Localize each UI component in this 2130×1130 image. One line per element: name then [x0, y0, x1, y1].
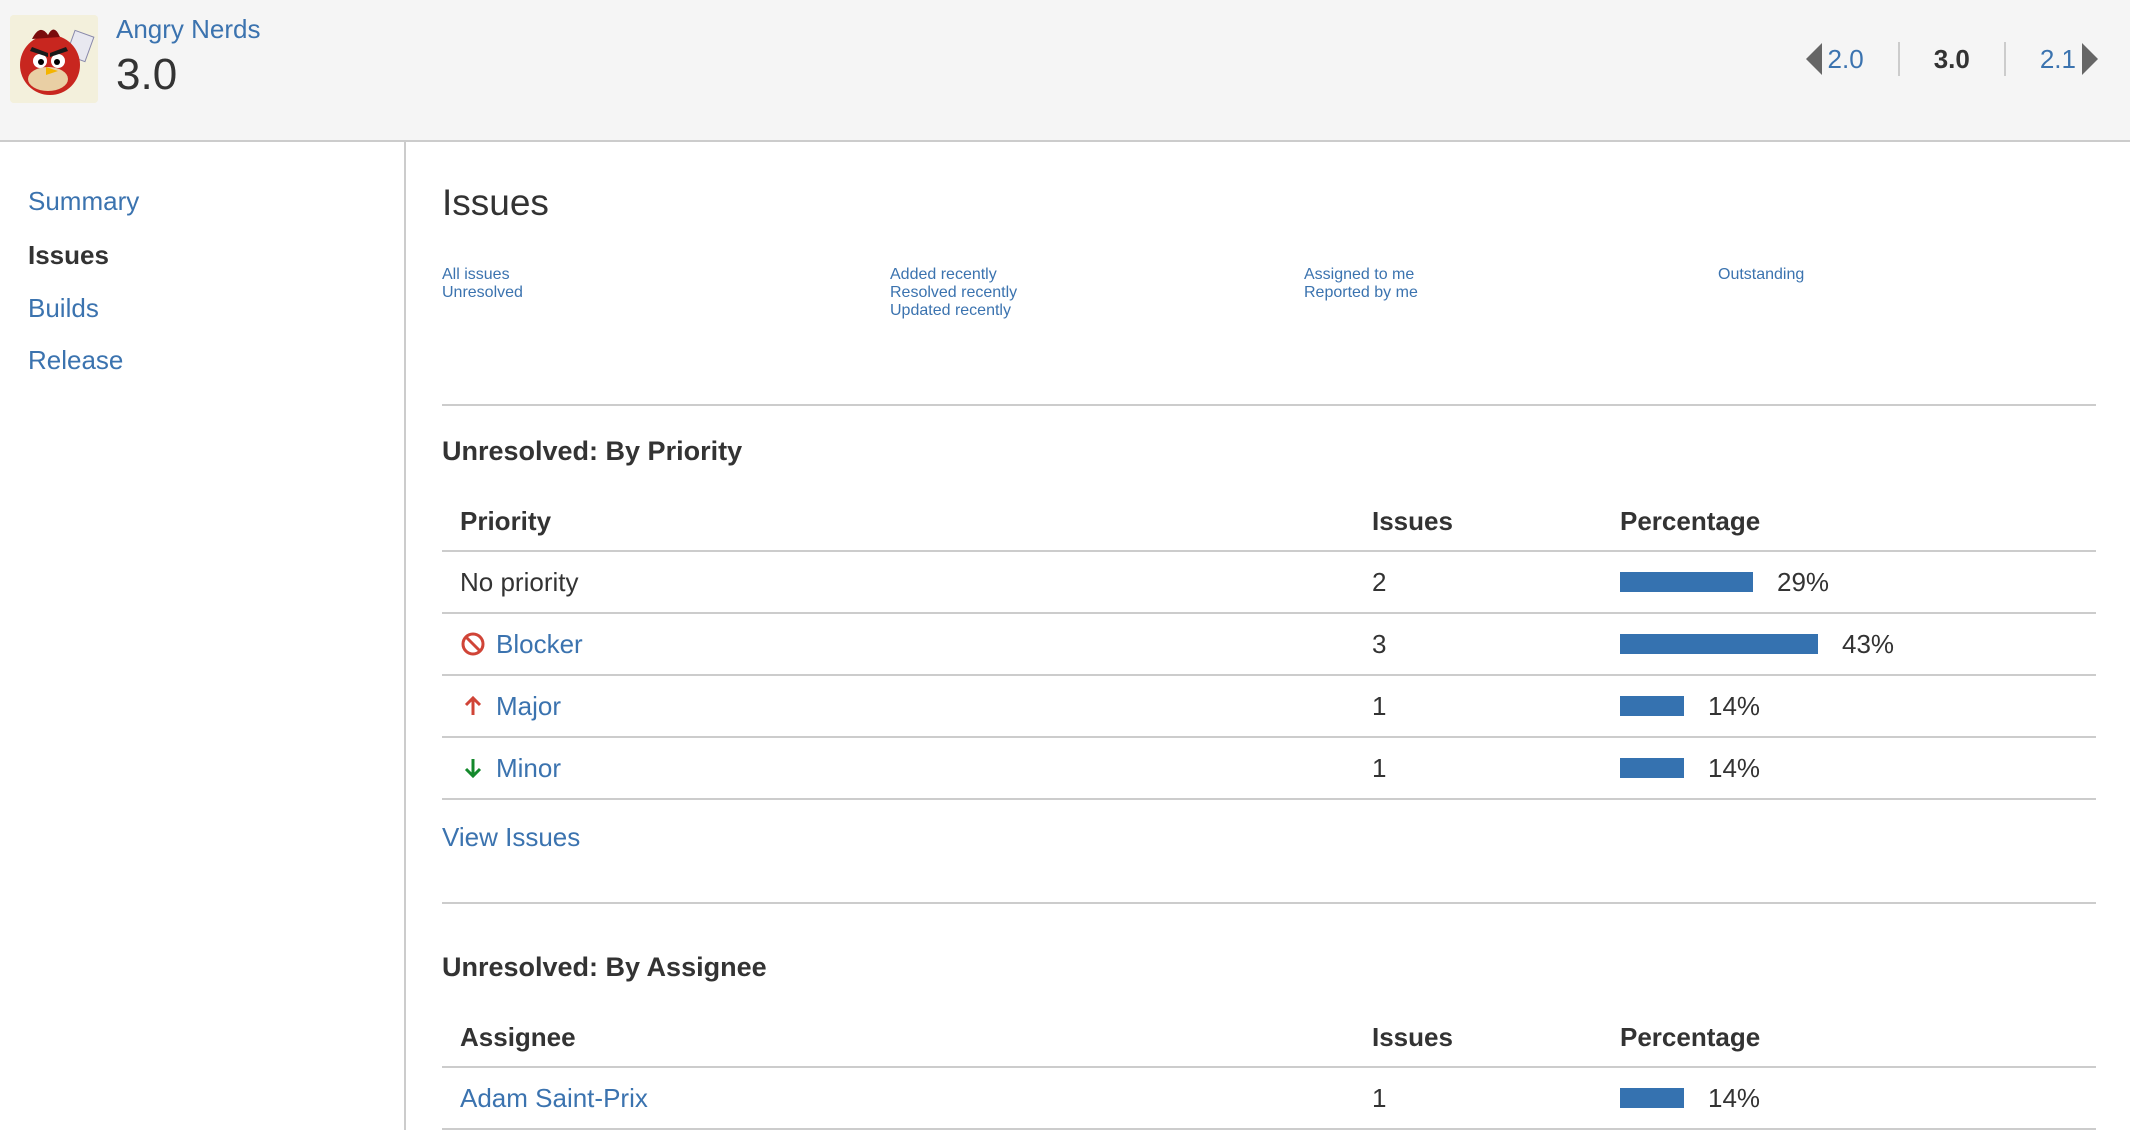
- divider: [442, 404, 2096, 406]
- section-title-by-priority: Unresolved: By Priority: [442, 436, 743, 466]
- column-header-issues: Issues: [1354, 492, 1602, 552]
- filter-reported-by-me-link[interactable]: Reported by me: [1304, 284, 1418, 302]
- filter-column: Assigned to me Reported by me: [1304, 266, 1418, 302]
- percentage-bar: [1620, 634, 1818, 654]
- header: Angry Nerds 3.0 2.0 3.0 2.1: [0, 0, 2130, 142]
- minor-arrow-down-icon: [464, 759, 482, 779]
- previous-version-arrow-icon[interactable]: [1805, 43, 1822, 75]
- page-title: Issues: [442, 182, 549, 223]
- percentage-bar: [1620, 572, 1753, 592]
- table-row: Adam Saint-Prix 1 14%: [442, 1067, 2096, 1130]
- filter-assigned-to-me-link[interactable]: Assigned to me: [1304, 266, 1418, 284]
- blocker-icon: [461, 632, 485, 656]
- previous-version-link[interactable]: 2.0: [1828, 44, 1864, 75]
- table-row: Major 1 14%: [442, 675, 2096, 738]
- issue-count: 2: [1354, 551, 1602, 614]
- issue-count: 1: [1354, 675, 1602, 738]
- filter-outstanding-link[interactable]: Outstanding: [1718, 266, 1804, 284]
- filter-column: Outstanding: [1718, 266, 1804, 284]
- sidebar: Summary Issues Builds Release: [0, 142, 406, 1130]
- issue-count: 1: [1354, 1067, 1602, 1130]
- percentage-bar: [1620, 696, 1684, 716]
- percentage-bar: [1620, 1088, 1684, 1108]
- sidebar-item-release[interactable]: Release: [28, 345, 123, 376]
- project-name-link[interactable]: Angry Nerds: [116, 14, 261, 45]
- table-header-row: Assignee Issues Percentage: [442, 1008, 2096, 1068]
- priority-table: Priority Issues Percentage No priority 2…: [442, 492, 2096, 800]
- major-arrow-up-icon: [464, 695, 482, 715]
- filter-column: All issues Unresolved: [442, 266, 523, 302]
- next-version-arrow-icon[interactable]: [2082, 43, 2098, 75]
- percentage-label: 43%: [1842, 628, 1895, 659]
- assignee-link[interactable]: Adam Saint-Prix: [460, 1083, 648, 1113]
- version-navigator: 2.0 3.0 2.1: [1805, 42, 2098, 76]
- filter-resolved-recently-link[interactable]: Resolved recently: [890, 284, 1017, 302]
- current-version: 3.0: [1933, 43, 1970, 74]
- sidebar-item-issues[interactable]: Issues: [28, 240, 109, 271]
- version-title: 3.0: [116, 50, 178, 99]
- column-header-percentage: Percentage: [1602, 492, 2096, 552]
- assignee-table: Assignee Issues Percentage Adam Saint-Pr…: [442, 1008, 2096, 1130]
- column-header-issues: Issues: [1354, 1008, 1602, 1068]
- divider: [1897, 42, 1900, 76]
- sidebar-item-summary[interactable]: Summary: [28, 186, 139, 217]
- table-row: Blocker 3 43%: [442, 613, 2096, 676]
- project-avatar[interactable]: [10, 15, 98, 103]
- angry-bird-avatar-icon: [10, 15, 98, 103]
- sidebar-item-builds[interactable]: Builds: [28, 293, 99, 324]
- divider: [2003, 42, 2006, 76]
- percentage-label: 14%: [1708, 690, 1761, 721]
- filter-column: Added recently Resolved recently Updated…: [890, 266, 1017, 320]
- column-header-percentage: Percentage: [1602, 1008, 2096, 1068]
- priority-blocker-link[interactable]: Blocker: [496, 629, 583, 660]
- priority-minor-link[interactable]: Minor: [496, 753, 561, 784]
- table-row: No priority 2 29%: [442, 551, 2096, 614]
- issue-count: 1: [1354, 737, 1602, 800]
- filter-added-recently-link[interactable]: Added recently: [890, 266, 1017, 284]
- percentage-label: 14%: [1708, 1082, 1761, 1113]
- table-header-row: Priority Issues Percentage: [442, 492, 2096, 552]
- priority-name: No priority: [442, 551, 1354, 614]
- filter-unresolved-link[interactable]: Unresolved: [442, 284, 523, 302]
- percentage-label: 29%: [1777, 566, 1830, 597]
- section-title-by-assignee: Unresolved: By Assignee: [442, 952, 767, 982]
- next-version-link[interactable]: 2.1: [2040, 44, 2076, 75]
- percentage-label: 14%: [1708, 752, 1761, 783]
- priority-major-link[interactable]: Major: [496, 691, 561, 722]
- column-header-priority: Priority: [442, 492, 1354, 552]
- issue-count: 3: [1354, 613, 1602, 676]
- column-header-assignee: Assignee: [442, 1008, 1354, 1068]
- filter-all-issues-link[interactable]: All issues: [442, 266, 523, 284]
- view-issues-link[interactable]: View Issues: [442, 822, 580, 853]
- percentage-bar: [1620, 758, 1684, 778]
- filter-updated-recently-link[interactable]: Updated recently: [890, 302, 1017, 320]
- divider: [442, 902, 2096, 904]
- table-row: Minor 1 14%: [442, 737, 2096, 800]
